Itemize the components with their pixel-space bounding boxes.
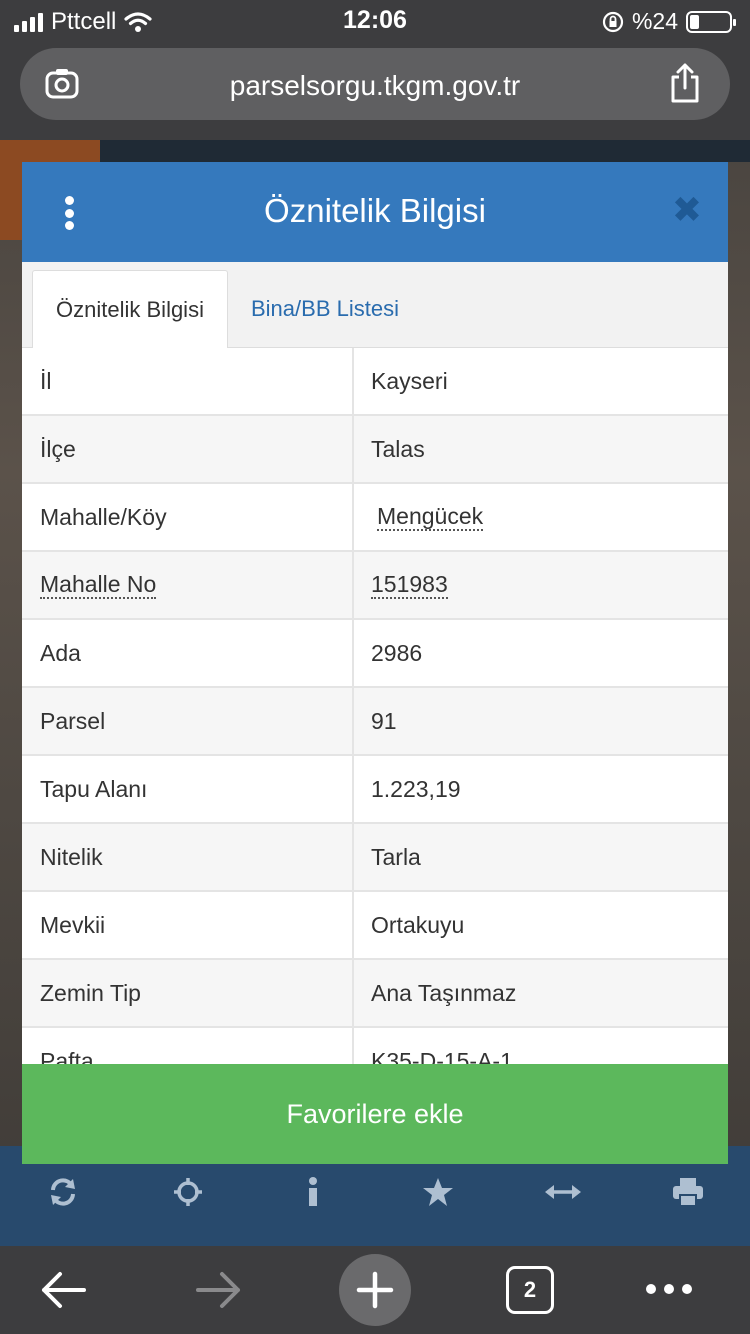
attribute-modal: Öznitelik Bilgisi ✖ Öznitelik Bilgisi Bi… [22,162,728,1164]
measure-icon[interactable] [543,1172,583,1212]
row-key: Zemin Tip [22,960,354,1026]
row-key: Nitelik [22,824,354,890]
add-to-favorites-button[interactable]: Favorilere ekle [22,1064,728,1164]
battery-percent: %24 [631,8,678,34]
neighborhood-link[interactable]: Mengücek [377,503,484,532]
table-row: Mahalle/Köy Mengücek [22,484,728,552]
back-arrow-icon[interactable] [38,1266,88,1314]
row-key: İl [22,348,354,414]
table-row: Mevkii Ortakuyu [22,892,728,960]
table-row: Zemin Tip Ana Taşınmaz [22,960,728,1028]
row-value: Talas [371,435,425,462]
status-right: %24 [602,8,736,35]
row-key: Mahalle No [22,552,354,618]
modal-title: Öznitelik Bilgisi [264,192,486,229]
browser-bottom-nav: 2 [0,1246,750,1334]
table-row: Tapu Alanı 1.223,19 [22,756,728,824]
row-value: Kayseri [371,367,448,394]
row-key: Tapu Alanı [22,756,354,822]
url-text[interactable]: parselsorgu.tkgm.gov.tr [20,70,730,102]
modal-tabs: Öznitelik Bilgisi Bina/BB Listesi [22,262,728,348]
new-tab-button[interactable] [339,1254,411,1326]
table-row: Mahalle No 151983 [22,552,728,620]
close-icon[interactable]: ✖ [672,192,702,228]
neighborhood-no-link[interactable]: Mahalle No [40,571,157,600]
neighborhood-no-value[interactable]: 151983 [371,571,448,600]
row-value: Mengücek [354,484,728,550]
attribute-table: İl Kayseri İlçe Talas Mahalle/Köy Mengüc… [22,348,728,1096]
row-key: Mahalle/Köy [22,484,354,550]
table-row: Ada 2986 [22,620,728,688]
rotation-lock-icon [602,11,624,32]
row-value: 151983 [354,552,728,618]
crosshair-icon[interactable] [168,1172,208,1212]
forward-arrow-icon[interactable] [194,1266,244,1314]
table-row: İl Kayseri [22,348,728,416]
refresh-icon[interactable] [43,1172,83,1212]
map-header-strip [100,140,750,162]
print-icon[interactable] [668,1172,708,1212]
info-icon[interactable] [293,1172,333,1212]
row-value: Ortakuyu [371,911,465,938]
row-key: İlçe [22,416,354,482]
plus-icon [356,1271,394,1309]
row-value: 1.223,19 [371,775,461,802]
modal-header: Öznitelik Bilgisi ✖ [22,162,728,262]
address-bar[interactable]: parselsorgu.tkgm.gov.tr [20,48,730,120]
row-value: Ana Taşınmaz [371,979,517,1006]
status-bar: Pttcell 12:06 %24 [0,0,750,40]
row-key: Mevkii [22,892,354,958]
row-key: Parsel [22,688,354,754]
tab-switcher-button[interactable]: 2 [506,1266,554,1314]
table-row: Parsel 91 [22,688,728,756]
row-value: 91 [371,707,397,734]
tab-building-list[interactable]: Bina/BB Listesi [251,270,399,348]
row-value: Tarla [371,843,421,870]
table-row: Nitelik Tarla [22,824,728,892]
row-value: 2986 [371,639,423,666]
star-icon[interactable] [418,1172,458,1212]
row-key: Ada [22,620,354,686]
browser-toolbar: parselsorgu.tkgm.gov.tr [0,40,750,140]
tab-attribute-info[interactable]: Öznitelik Bilgisi [32,270,228,348]
battery-icon [686,10,736,33]
table-row: İlçe Talas [22,416,728,484]
more-menu-icon[interactable] [646,1284,692,1294]
share-icon[interactable] [668,62,702,104]
